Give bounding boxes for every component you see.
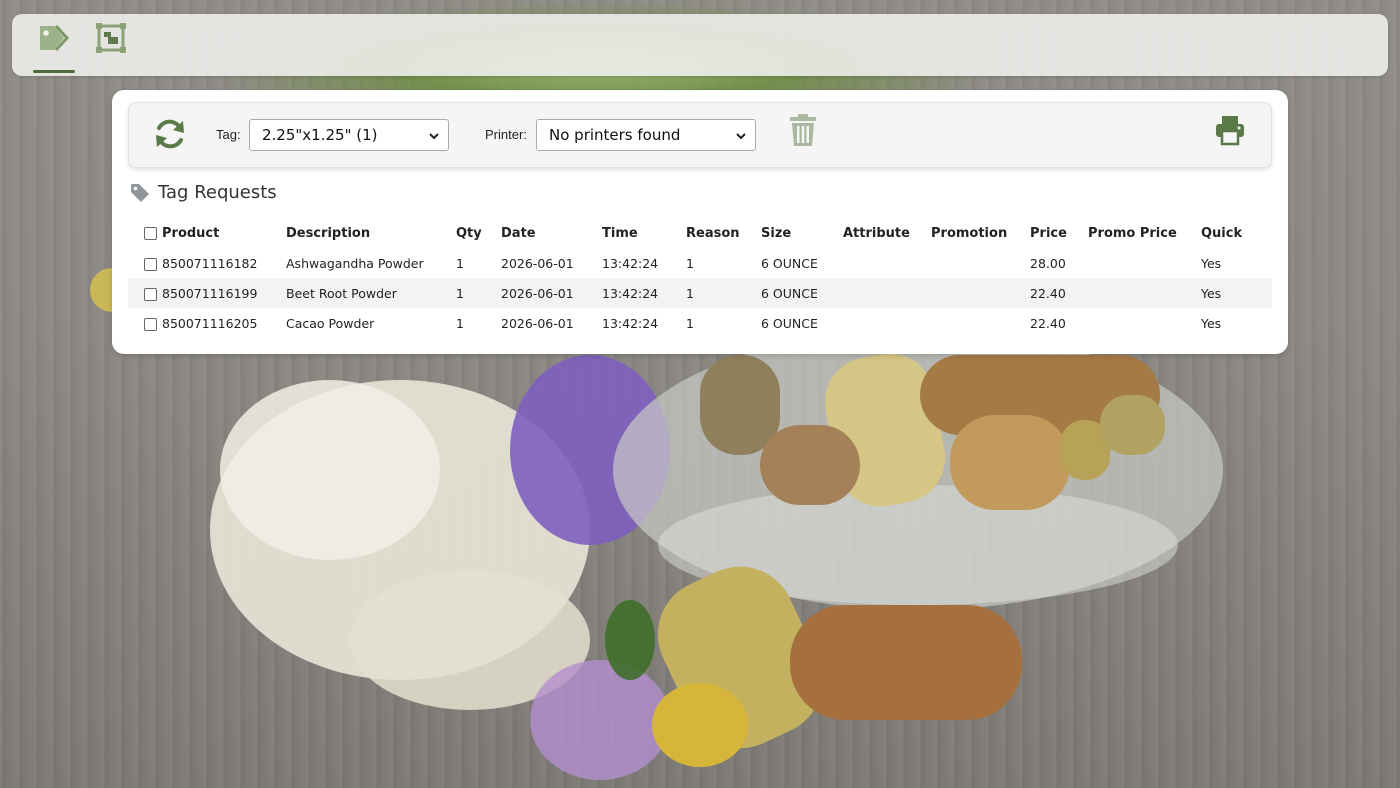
description-cell: Beet Root Powder xyxy=(286,278,456,308)
time-cell: 13:42:24 xyxy=(602,278,686,308)
print-button[interactable] xyxy=(1214,114,1246,150)
column-header[interactable]: Quick xyxy=(1201,218,1272,248)
date-cell: 2026-06-01 xyxy=(501,278,602,308)
row-checkbox[interactable] xyxy=(144,317,157,331)
tag-size-value: 2.25"x1.25" (1) xyxy=(262,126,378,144)
qty-cell: 1 xyxy=(456,255,464,271)
printer-icon xyxy=(1216,116,1244,146)
column-header[interactable]: Price xyxy=(1030,218,1088,248)
promotion-cell xyxy=(931,248,1030,278)
image-frame-icon xyxy=(96,23,126,53)
description-cell: Cacao Powder xyxy=(286,315,375,331)
trash-icon xyxy=(790,114,816,146)
tab-tags[interactable] xyxy=(33,22,75,73)
table-header-row: Product Description Qty Date Time Reason… xyxy=(128,218,1272,248)
price-cell: 28.00 xyxy=(1030,255,1066,271)
printer-label: Printer: xyxy=(485,127,527,142)
attribute-cell xyxy=(843,248,931,278)
description-cell: Ashwagandha Powder xyxy=(286,255,424,271)
reason-cell: 1 xyxy=(686,315,694,331)
column-header[interactable]: Date xyxy=(501,218,602,248)
table-row[interactable]: 850071116205 Cacao Powder 1 2026-06-01 1… xyxy=(128,308,1272,338)
printer-select[interactable]: No printers found xyxy=(536,119,756,151)
column-header[interactable]: Attribute xyxy=(843,218,931,248)
tab-images[interactable] xyxy=(90,22,132,70)
top-nav-bar xyxy=(12,14,1388,76)
product-cell: 850071116205 xyxy=(162,315,258,331)
quick-cell: Yes xyxy=(1201,315,1222,331)
column-header[interactable]: Product xyxy=(162,218,286,248)
reason-cell: 1 xyxy=(686,255,694,271)
row-checkbox[interactable] xyxy=(144,257,157,271)
qty-cell: 1 xyxy=(456,278,501,308)
column-header[interactable]: Size xyxy=(761,218,843,248)
column-header[interactable]: Reason xyxy=(686,218,761,248)
product-cell: 850071116182 xyxy=(162,255,258,271)
price-cell: 22.40 xyxy=(1030,278,1088,308)
select-all-checkbox[interactable] xyxy=(144,226,157,240)
tag-size-select[interactable]: 2.25"x1.25" (1) xyxy=(249,119,449,151)
promo-price-cell xyxy=(1088,278,1201,308)
qty-cell: 1 xyxy=(456,315,464,331)
delete-button[interactable] xyxy=(789,113,817,151)
tag-requests-table: Product Description Qty Date Time Reason… xyxy=(128,218,1272,338)
date-cell: 2026-06-01 xyxy=(501,255,574,271)
time-cell: 13:42:24 xyxy=(602,255,659,271)
refresh-button[interactable] xyxy=(152,116,188,156)
refresh-icon xyxy=(156,119,184,149)
tag-icon xyxy=(131,183,149,202)
price-cell: 22.40 xyxy=(1030,315,1066,331)
promotion-cell xyxy=(931,278,1030,308)
size-cell: 6 OUNCE xyxy=(761,278,843,308)
chevron-down-icon xyxy=(429,133,439,140)
attribute-cell xyxy=(843,278,931,308)
tag-label: Tag: xyxy=(216,127,241,142)
size-cell: 6 OUNCE xyxy=(761,315,818,331)
tag-icon xyxy=(40,24,70,52)
select-all-cell xyxy=(128,218,162,248)
column-header[interactable]: Qty xyxy=(456,218,501,248)
time-cell: 13:42:24 xyxy=(602,315,659,331)
promo-price-cell xyxy=(1088,308,1201,338)
table-row[interactable]: 850071116199 Beet Root Powder 1 2026-06-… xyxy=(128,278,1272,308)
column-header[interactable]: Time xyxy=(602,218,686,248)
reason-cell: 1 xyxy=(686,278,761,308)
section-header: Tag Requests xyxy=(130,182,277,203)
size-cell: 6 OUNCE xyxy=(761,255,818,271)
column-header[interactable]: Promotion xyxy=(931,218,1030,248)
date-cell: 2026-06-01 xyxy=(501,315,574,331)
promotion-cell xyxy=(931,308,1030,338)
column-header[interactable]: Promo Price xyxy=(1088,218,1201,248)
chevron-down-icon xyxy=(736,133,746,140)
attribute-cell xyxy=(843,308,931,338)
promo-price-cell xyxy=(1088,248,1201,278)
tag-requests-panel: Tag: 2.25"x1.25" (1) Printer: No printer… xyxy=(112,90,1288,354)
product-cell: 850071116199 xyxy=(162,278,286,308)
quick-cell: Yes xyxy=(1201,255,1222,271)
row-checkbox[interactable] xyxy=(144,287,157,301)
quick-cell: Yes xyxy=(1201,278,1272,308)
column-header[interactable]: Description xyxy=(286,218,456,248)
toolbar: Tag: 2.25"x1.25" (1) Printer: No printer… xyxy=(128,102,1272,168)
section-title: Tag Requests xyxy=(158,182,277,203)
printer-value: No printers found xyxy=(549,126,681,144)
table-row[interactable]: 850071116182 Ashwagandha Powder 1 2026-0… xyxy=(128,248,1272,278)
